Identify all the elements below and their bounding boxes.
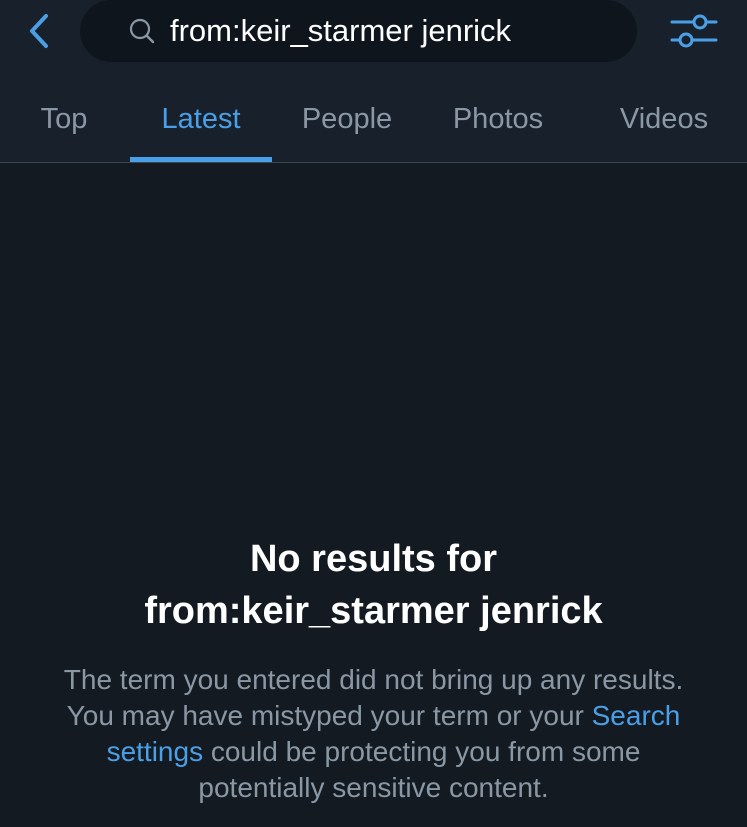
empty-state-description: The term you entered did not bring up an… xyxy=(40,662,707,806)
search-header: from:keir_starmer jenrick Top Latest Peo… xyxy=(0,0,747,162)
back-button[interactable] xyxy=(22,10,58,54)
search-filter-button[interactable] xyxy=(668,10,720,52)
tab-videos[interactable]: Videos xyxy=(596,80,732,162)
tab-top[interactable]: Top xyxy=(14,80,114,162)
tab-photos[interactable]: Photos xyxy=(430,80,566,162)
empty-desc-text-before: The term you entered did not bring up an… xyxy=(63,664,684,731)
search-input[interactable]: from:keir_starmer jenrick xyxy=(80,0,637,62)
search-query-text[interactable]: from:keir_starmer jenrick xyxy=(170,0,511,62)
empty-title-line2: from:keir_starmer jenrick xyxy=(144,590,603,632)
empty-title-line1: No results for xyxy=(249,538,498,580)
sliders-icon xyxy=(670,14,718,48)
search-tabs: Top Latest People Photos Videos xyxy=(0,80,747,162)
empty-state-title: No results for from:keir_starmer jenrick xyxy=(0,533,747,637)
chevron-left-icon xyxy=(30,14,48,48)
header-divider xyxy=(0,162,747,163)
tab-latest[interactable]: Latest xyxy=(130,80,272,162)
tab-people[interactable]: People xyxy=(284,80,410,162)
empty-desc-text-after: could be protecting you from some potent… xyxy=(198,736,641,803)
search-icon xyxy=(129,18,155,44)
search-results-screen: from:keir_starmer jenrick Top Latest Peo… xyxy=(0,0,747,827)
